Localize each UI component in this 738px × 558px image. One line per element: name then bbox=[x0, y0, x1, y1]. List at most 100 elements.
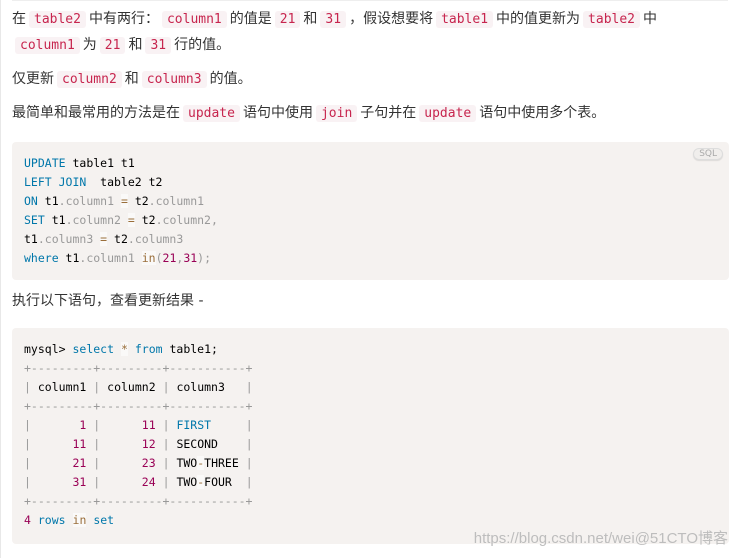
language-badge: SQL bbox=[693, 148, 723, 160]
inline-code: table2 bbox=[29, 11, 86, 28]
number: 21 bbox=[162, 251, 177, 265]
table-border: +---------+---------+-----------+ bbox=[24, 399, 253, 413]
top-divider bbox=[12, 0, 728, 1]
code-content: UPDATE table1 t1 LEFT JOIN table2 t2 ON … bbox=[12, 142, 729, 280]
inline-code: column1 bbox=[15, 37, 80, 54]
text: 中的值更新为 bbox=[496, 11, 581, 27]
cell: 24 bbox=[141, 475, 156, 489]
code-line: SET t1.column2 = t2.column2, bbox=[24, 213, 218, 227]
table-header-row: | column1 | column2 | column3 | bbox=[24, 380, 253, 394]
table-row: | 1 | 11 | FIRST | bbox=[24, 418, 253, 432]
text: 和 bbox=[128, 37, 143, 53]
cell: 1 bbox=[79, 418, 87, 432]
text: 执行以下语句，查看更新结果 - bbox=[12, 293, 204, 309]
keyword: select bbox=[72, 342, 115, 356]
code-text: table2 t2 bbox=[86, 175, 163, 189]
code-text: t1 bbox=[58, 251, 80, 265]
code-text: .column1 bbox=[148, 194, 205, 208]
text: 的值。 bbox=[209, 71, 252, 87]
punctuation: ( bbox=[155, 251, 163, 265]
operator: = bbox=[120, 194, 128, 208]
row-count: 4 bbox=[24, 513, 31, 527]
cell: 31 bbox=[72, 475, 87, 489]
paragraph-method: 最简单和最常用的方法是在 update 语句中使用 join 子句并在 update 语句中… bbox=[12, 100, 605, 127]
watermark: https://blog.csdn.net/wei@51CTO博客 bbox=[474, 527, 728, 548]
mysql-output-block: mysql> select * from table1; +---------+… bbox=[12, 328, 729, 544]
code-line: t1.column3 = t2.column3 bbox=[24, 232, 183, 246]
paragraph-update-columns: 仅更新 column2 和 column3 的值。 bbox=[12, 66, 252, 93]
code-text: .column2, bbox=[155, 213, 218, 227]
text: 最简单和最常用的方法是在 bbox=[12, 105, 180, 121]
cell: 21 bbox=[72, 456, 87, 470]
result-footer: 4 rows in set bbox=[24, 513, 114, 527]
inline-code: table1 bbox=[436, 11, 494, 28]
code-text: .column1 bbox=[58, 194, 121, 208]
paragraph-run-query: 执行以下语句，查看更新结果 - bbox=[12, 288, 204, 314]
text: 语句中使用多个表。 bbox=[479, 105, 606, 121]
cell: 11 bbox=[72, 437, 87, 451]
text: ，假设想要将 bbox=[349, 11, 434, 27]
punctuation: ); bbox=[197, 251, 212, 265]
cell: 11 bbox=[141, 418, 156, 432]
keyword: LEFT JOIN bbox=[24, 175, 87, 189]
column-header: column1 bbox=[37, 380, 87, 394]
code-line: where t1.column1 in(21,31); bbox=[24, 251, 211, 265]
code-text: table1; bbox=[162, 342, 218, 356]
code-line: UPDATE table1 t1 bbox=[24, 156, 135, 170]
code-text: t1 bbox=[24, 232, 38, 246]
operator: = bbox=[127, 213, 135, 227]
left-divider bbox=[0, 0, 1, 558]
column-header: column3 bbox=[176, 380, 225, 394]
code-text: t2 bbox=[107, 232, 128, 246]
code-text: .column3 bbox=[127, 232, 184, 246]
code-text: t1 bbox=[44, 213, 66, 227]
query-line: mysql> select * from table1; bbox=[24, 342, 218, 356]
code-content: mysql> select * from table1; +---------+… bbox=[12, 328, 729, 542]
inline-code: table2 bbox=[583, 11, 641, 28]
watermark-brand: @51CTO博客 bbox=[634, 530, 728, 547]
watermark-url: https://blog.csdn.net/wei bbox=[473, 530, 635, 547]
cell: 12 bbox=[141, 437, 156, 451]
sql-code-block: SQL UPDATE table1 t1 LEFT JOIN table2 t2… bbox=[12, 142, 729, 280]
text: 行的值。 bbox=[174, 37, 231, 53]
text: 的值是 bbox=[229, 11, 272, 27]
inline-code: 31 bbox=[320, 11, 347, 28]
text: 中有两行： bbox=[88, 11, 159, 27]
code-text: table1 t1 bbox=[65, 156, 135, 170]
cell: TWO-THREE bbox=[176, 456, 239, 470]
keyword: where bbox=[24, 251, 59, 265]
inline-code: update bbox=[183, 105, 240, 122]
code-text: .column2 bbox=[65, 213, 128, 227]
paragraph-intro: 在 table2 中有两行： column1 的值是 21 和 31 ，假设想要将 table1 中… bbox=[12, 6, 657, 33]
inline-code: column3 bbox=[141, 71, 207, 88]
keyword: ON bbox=[24, 194, 38, 208]
text: 中 bbox=[643, 11, 658, 27]
code-text: t2 bbox=[134, 213, 156, 227]
paragraph-intro-cont: column1 为 21 和 31 行的值。 bbox=[12, 32, 230, 59]
number: 31 bbox=[183, 251, 198, 265]
operator: * bbox=[120, 342, 128, 356]
column-header: column2 bbox=[107, 380, 156, 394]
table-row: | 31 | 24 | TWO-FOUR | bbox=[24, 475, 253, 489]
cell: SECOND bbox=[176, 437, 218, 451]
text: 语句中使用 bbox=[242, 105, 313, 121]
cell: TWO-FOUR bbox=[176, 475, 232, 489]
table-row: | 11 | 12 | SECOND | bbox=[24, 437, 253, 451]
table-border: +---------+---------+-----------+ bbox=[24, 361, 253, 375]
code-text: t2 bbox=[127, 194, 149, 208]
code-text: in bbox=[72, 513, 87, 527]
inline-code: 31 bbox=[145, 37, 172, 54]
code-text: set bbox=[93, 513, 115, 527]
cell: 23 bbox=[141, 456, 156, 470]
keyword: from bbox=[134, 342, 163, 356]
code-line: LEFT JOIN table2 t2 bbox=[24, 175, 162, 189]
code-line: ON t1.column1 = t2.column1 bbox=[24, 194, 204, 208]
inline-code: 21 bbox=[274, 11, 301, 28]
code-text: .column3 bbox=[37, 232, 101, 246]
code-text: .column1 bbox=[79, 251, 142, 265]
inline-code: update bbox=[419, 105, 477, 122]
inline-code: 21 bbox=[99, 37, 126, 54]
table-border: +---------+---------+-----------+ bbox=[24, 494, 253, 508]
function: in bbox=[141, 251, 156, 265]
text: 在 bbox=[12, 11, 26, 27]
